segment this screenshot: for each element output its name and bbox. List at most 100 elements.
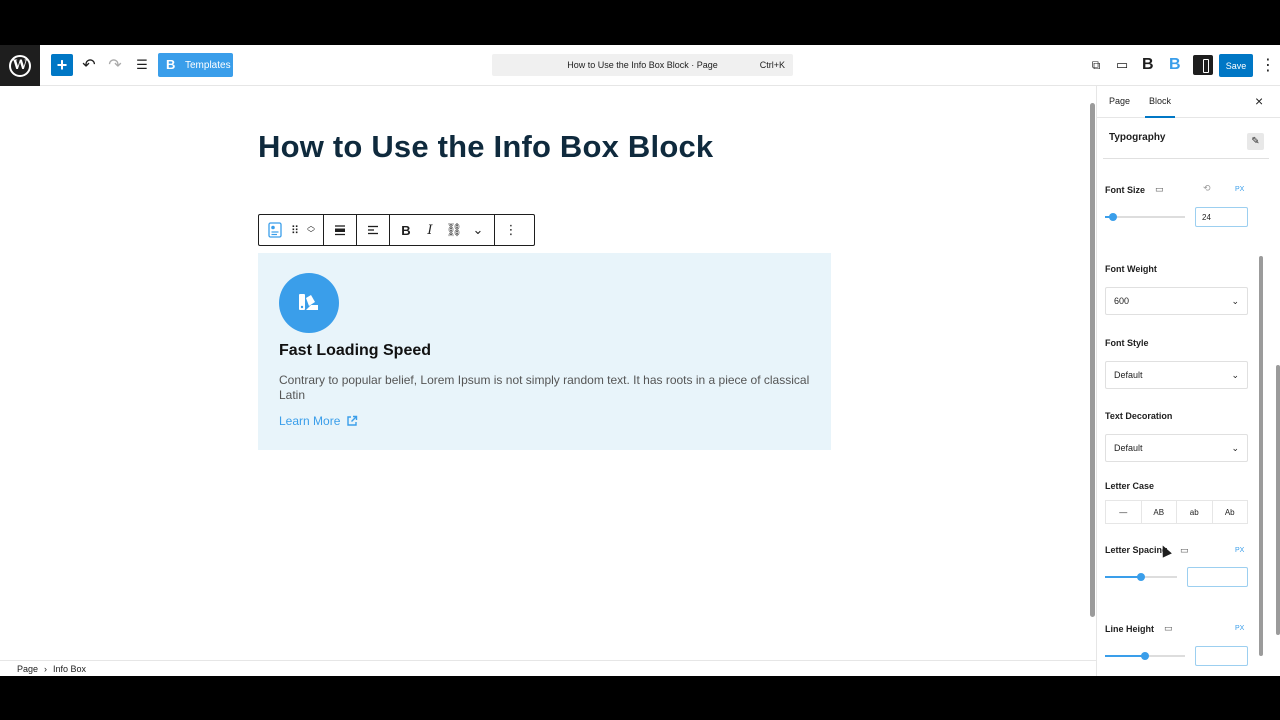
templates-button[interactable]: B Templates (158, 53, 233, 77)
redo-icon[interactable]: ↷ (106, 53, 124, 77)
line-height-slider[interactable] (1105, 652, 1185, 660)
letter-spacing-slider-fill (1105, 576, 1141, 578)
wordpress-logo[interactable]: W (0, 45, 40, 86)
line-height-input[interactable] (1195, 646, 1248, 666)
sidebar-scrollbar[interactable] (1259, 206, 1264, 666)
letter-case-group: — AB ab Ab (1105, 500, 1248, 524)
font-size-input[interactable]: 24 (1195, 207, 1248, 227)
font-size-label: Font Size (1105, 185, 1145, 195)
text-decoration-value: Default (1114, 443, 1143, 453)
letter-spacing-slider-knob[interactable] (1137, 573, 1145, 581)
block-options-icon[interactable]: ⋮ (499, 218, 523, 242)
sidebar-scroll-thumb[interactable] (1259, 256, 1263, 656)
reset-icon[interactable]: ⟲ (1203, 183, 1211, 194)
breadcrumb-separator-icon: › (44, 663, 48, 674)
info-box-title[interactable]: Fast Loading Speed (279, 342, 431, 360)
document-overview-icon[interactable]: ☰ (133, 53, 151, 77)
font-style-value: Default (1114, 370, 1143, 380)
font-size-slider-knob[interactable] (1109, 213, 1117, 221)
breadcrumb-item-page[interactable]: Page (17, 664, 38, 674)
sidebar-tabs: Page Block × (1097, 86, 1280, 118)
info-box-block-icon[interactable] (263, 218, 287, 242)
templates-label: Templates (185, 59, 231, 71)
desktop-device-icon[interactable]: ▭ (1164, 623, 1173, 634)
letter-case-label: Letter Case (1105, 481, 1155, 491)
text-align-left-icon[interactable] (361, 218, 385, 242)
view-post-icon[interactable]: ⧉ (1087, 53, 1105, 77)
section-divider (1103, 158, 1269, 159)
settings-sidebar: Page Block × Typography ✎ Font Size ▭ ⟲ … (1096, 86, 1280, 676)
font-size-slider[interactable] (1105, 213, 1185, 221)
options-menu-icon[interactable]: ⋮ (1260, 53, 1276, 77)
italic-button[interactable]: I (418, 218, 442, 242)
line-height-label: Line Height (1105, 624, 1154, 634)
font-weight-label: Font Weight (1105, 264, 1157, 274)
learn-more-label: Learn More (279, 414, 341, 428)
info-box-icon (279, 273, 339, 333)
chevron-down-icon: ⌄ (1231, 443, 1239, 453)
editor-canvas: How to Use the Info Box Block ⠿ ︿ ﹀ B I … (0, 86, 1096, 660)
desktop-device-icon[interactable]: ▭ (1155, 184, 1164, 195)
canvas-scroll-thumb[interactable] (1090, 103, 1095, 617)
command-palette[interactable]: How to Use the Info Box Block · Page Ctr… (492, 54, 793, 76)
letterbox-bottom (0, 676, 1280, 720)
breadcrumb: Page › Info Box (0, 660, 1096, 676)
brand-black-icon[interactable]: B (1142, 55, 1154, 75)
tab-block[interactable]: Block (1144, 96, 1176, 118)
brand-logo-icon: B (166, 57, 176, 72)
window-scroll-thumb[interactable] (1276, 365, 1280, 635)
settings-sidebar-toggle-icon[interactable] (1193, 55, 1213, 75)
drag-handle-icon[interactable]: ⠿ (287, 218, 303, 242)
undo-icon[interactable]: ↶ (80, 53, 98, 77)
letterbox-top (0, 0, 1280, 45)
link-icon[interactable]: ⛓ (442, 218, 466, 242)
font-style-select[interactable]: Default ⌄ (1105, 361, 1248, 389)
letter-spacing-input[interactable] (1187, 567, 1248, 587)
text-decoration-label: Text Decoration (1105, 411, 1173, 421)
text-decoration-select[interactable]: Default ⌄ (1105, 434, 1248, 462)
letter-case-none-button[interactable]: — (1106, 501, 1142, 523)
block-type-group: ⠿ ︿ ﹀ (259, 215, 324, 245)
letter-case-lower-button[interactable]: ab (1177, 501, 1213, 523)
line-height-slider-fill (1105, 655, 1145, 657)
format-group: B I ⛓ ⌄ (390, 215, 495, 245)
top-toolbar: W + ↶ ↷ ☰ B Templates How to Use the Inf… (0, 45, 1280, 86)
post-title[interactable]: How to Use the Info Box Block (258, 129, 713, 165)
brand-blue-icon[interactable]: B (1169, 55, 1181, 75)
desktop-device-icon[interactable]: ▭ (1180, 545, 1189, 556)
letter-case-capitalize-button[interactable]: Ab (1213, 501, 1248, 523)
info-box-block[interactable]: Fast Loading Speed Contrary to popular b… (258, 253, 831, 450)
add-block-button[interactable]: + (51, 54, 73, 76)
typography-heading: Typography (1109, 132, 1166, 143)
line-height-slider-knob[interactable] (1141, 652, 1149, 660)
font-weight-value: 600 (1114, 296, 1130, 306)
font-size-unit[interactable]: PX (1235, 186, 1244, 193)
wordpress-icon: W (9, 54, 31, 77)
more-formats-chevron-icon[interactable]: ⌄ (466, 218, 490, 242)
font-style-label: Font Style (1105, 338, 1149, 348)
command-shortcut: Ctrl+K (759, 60, 785, 70)
font-weight-select[interactable]: 600 ⌄ (1105, 287, 1248, 315)
editor-app: W + ↶ ↷ ☰ B Templates How to Use the Inf… (0, 45, 1280, 676)
save-button[interactable]: Save (1219, 54, 1253, 77)
letter-spacing-slider[interactable] (1105, 573, 1177, 581)
preview-icon[interactable]: ▭ (1113, 53, 1131, 77)
text-align-group (357, 215, 390, 245)
breadcrumb-item-info-box[interactable]: Info Box (53, 664, 86, 674)
learn-more-link[interactable]: Learn More (279, 414, 358, 428)
letter-case-upper-button[interactable]: AB (1142, 501, 1177, 523)
align-group (324, 215, 357, 245)
chevron-down-icon: ⌄ (1231, 370, 1239, 380)
edit-typography-icon[interactable]: ✎ (1247, 133, 1264, 150)
info-box-description[interactable]: Contrary to popular belief, Lorem Ipsum … (279, 373, 814, 403)
line-height-unit[interactable]: PX (1235, 625, 1244, 632)
canvas-scrollbar[interactable] (1089, 93, 1095, 653)
chevron-down-icon: ⌄ (1231, 296, 1239, 306)
window-scrollbar[interactable] (1276, 145, 1280, 635)
move-up-down-icon[interactable]: ︿ ﹀ (303, 218, 319, 242)
letter-spacing-unit[interactable]: PX (1235, 547, 1244, 554)
block-align-icon[interactable] (328, 218, 352, 242)
bold-button[interactable]: B (394, 218, 418, 242)
close-sidebar-icon[interactable]: × (1255, 93, 1263, 109)
tab-page[interactable]: Page (1109, 96, 1130, 106)
